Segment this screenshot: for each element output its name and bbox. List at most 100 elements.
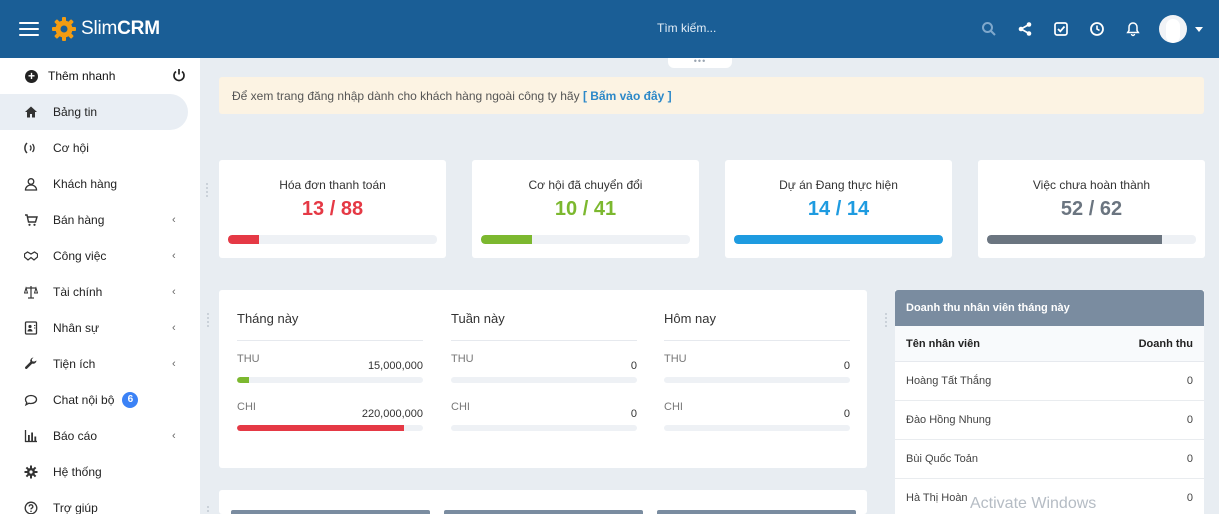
sidebar-item-utilities[interactable]: Tiện ích ‹ xyxy=(0,346,200,382)
sidebar-item-help[interactable]: Trợ giúp xyxy=(0,490,200,514)
sidebar-item-dashboard[interactable]: Bảng tin xyxy=(0,94,188,130)
search-icon[interactable] xyxy=(973,13,1005,45)
top-navbar: SlimCRM Tìm kiếm... xyxy=(0,0,1219,58)
stat-progress-bar xyxy=(734,235,943,244)
scale-icon xyxy=(24,285,38,299)
sidebar-item-label: Tiện ích xyxy=(53,357,96,371)
sidebar-item-label: Chat nội bộ xyxy=(53,393,115,407)
sidebar-item-finance[interactable]: Tài chính ‹ xyxy=(0,274,200,310)
id-card-icon xyxy=(24,321,38,335)
sidebar-item-hr[interactable]: Nhân sự ‹ xyxy=(0,310,200,346)
help-icon xyxy=(24,501,38,514)
income-expense-summary: Tháng này THU 15,000,000 CHI 220,000,000… xyxy=(219,290,867,468)
drag-handle-icon[interactable] xyxy=(206,312,210,328)
activate-windows-watermark: Activate Windows xyxy=(970,495,1097,512)
summary-column-month: Tháng này THU 15,000,000 CHI 220,000,000 xyxy=(237,290,423,437)
summary-heading: Tuần này xyxy=(451,311,637,341)
menu-toggle-icon[interactable] xyxy=(19,22,39,36)
chevron-left-icon: ‹ xyxy=(172,286,176,298)
sidebar-item-label: Khách hàng xyxy=(53,177,118,191)
sidebar-item-customers[interactable]: Khách hàng xyxy=(0,166,200,202)
drag-handle-icon[interactable] xyxy=(884,312,888,328)
sidebar-item-label: Hệ thống xyxy=(53,465,102,479)
bottom-widget-header xyxy=(231,510,430,514)
sidebar-item-label: Tài chính xyxy=(53,285,103,299)
sidebar-item-label: Báo cáo xyxy=(53,429,98,443)
user-menu-caret-icon[interactable] xyxy=(1195,26,1203,32)
column-header-revenue[interactable]: Doanh thu xyxy=(1139,338,1193,350)
brand-name: SlimCRM xyxy=(81,18,160,39)
sidebar-item-chat[interactable]: Chat nội bộ 6 xyxy=(0,382,200,418)
unread-count-badge: 6 xyxy=(122,392,139,408)
cart-icon xyxy=(24,213,38,227)
chevron-left-icon: ‹ xyxy=(172,358,176,370)
task-check-icon[interactable] xyxy=(1045,13,1077,45)
bottom-widget-header xyxy=(444,510,643,514)
stat-progress-bar xyxy=(481,235,690,244)
plus-circle-icon: + xyxy=(25,69,38,83)
sidebar-item-label: Bảng tin xyxy=(53,105,98,119)
expense-value: 0 xyxy=(630,408,637,420)
stat-value: 10 / 41 xyxy=(554,198,617,220)
expense-progress-bar xyxy=(451,425,637,431)
income-label: THU xyxy=(451,353,474,365)
drag-handle-icon[interactable] xyxy=(206,505,210,514)
stat-value: 52 / 62 xyxy=(1060,198,1123,220)
summary-column-today: Hôm nay THU 0 CHI 0 xyxy=(664,290,850,437)
user-avatar[interactable] xyxy=(1159,15,1187,43)
stat-title: Việc chưa hoàn thành xyxy=(1032,178,1151,192)
sidebar-item-opportunities[interactable]: Cơ hội xyxy=(0,130,200,166)
employee-revenue: 0 xyxy=(1186,453,1193,465)
employee-name: Hà Thị Hoàn xyxy=(906,492,968,504)
summary-heading: Hôm nay xyxy=(664,311,850,341)
clock-icon[interactable] xyxy=(1081,13,1113,45)
sidebar-item-reports[interactable]: Báo cáo ‹ xyxy=(0,418,200,454)
table-row: Bùi Quốc Toản 0 xyxy=(895,440,1204,479)
sidebar-item-sales[interactable]: Bán hàng ‹ xyxy=(0,202,200,238)
revenue-table-header: Tên nhân viên Doanh thu xyxy=(895,326,1204,362)
drag-handle-icon[interactable] xyxy=(205,182,209,198)
expense-label: CHI xyxy=(451,401,470,413)
sidebar-item-tasks[interactable]: Công việc ‹ xyxy=(0,238,200,274)
income-progress-bar xyxy=(237,377,423,383)
chevron-left-icon: ‹ xyxy=(172,322,176,334)
power-icon[interactable] xyxy=(172,68,186,82)
employee-revenue: 0 xyxy=(1186,375,1193,387)
expense-label: CHI xyxy=(664,401,683,413)
stat-card-active-projects: Dự án Đang thực hiện 14 / 14 xyxy=(725,160,952,258)
employee-name: Bùi Quốc Toản xyxy=(906,453,978,465)
chevron-left-icon: ‹ xyxy=(172,214,176,226)
table-row: Hoàng Tất Thắng 0 xyxy=(895,362,1204,401)
sidebar-item-system[interactable]: Hệ thống xyxy=(0,454,200,490)
brand-logo-link[interactable]: SlimCRM xyxy=(51,16,160,42)
signal-icon xyxy=(24,141,38,155)
expense-value: 0 xyxy=(843,408,850,420)
wrench-icon xyxy=(24,357,38,371)
expense-progress-bar xyxy=(664,425,850,431)
quick-add-button[interactable]: + Thêm nhanh xyxy=(0,58,200,94)
gear-logo-icon xyxy=(52,17,76,41)
stat-card-invoices: Hóa đơn thanh toán 13 / 88 xyxy=(219,160,446,258)
expense-label: CHI xyxy=(237,401,256,413)
share-icon[interactable] xyxy=(1009,13,1041,45)
bell-icon[interactable] xyxy=(1117,13,1149,45)
bar-chart-icon xyxy=(24,429,38,443)
table-row: Đào Hồng Nhung 0 xyxy=(895,401,1204,440)
bottom-widget-header xyxy=(657,510,856,514)
sidebar-item-label: Nhân sự xyxy=(53,321,100,335)
income-progress-bar xyxy=(451,377,637,383)
employee-name: Đào Hồng Nhung xyxy=(906,414,992,426)
income-value: 0 xyxy=(630,360,637,372)
summary-heading: Tháng này xyxy=(237,311,423,341)
chat-icon xyxy=(24,393,38,407)
employee-revenue-table: Doanh thu nhân viên tháng này Tên nhân v… xyxy=(895,290,1204,514)
customer-login-notice: Để xem trang đăng nhập dành cho khách hà… xyxy=(219,77,1204,114)
revenue-table-title: Doanh thu nhân viên tháng này xyxy=(895,290,1204,326)
stat-card-converted-opportunities: Cơ hội đã chuyển đổi 10 / 41 xyxy=(472,160,699,258)
chevron-left-icon: ‹ xyxy=(172,250,176,262)
notice-click-here-link[interactable]: [ Bấm vào đây ] xyxy=(583,89,672,103)
search-input[interactable]: Tìm kiếm... xyxy=(657,21,716,35)
column-header-name[interactable]: Tên nhân viên xyxy=(906,338,980,350)
stat-title: Cơ hội đã chuyển đổi xyxy=(528,178,643,192)
panel-toggle-handle[interactable]: ••• xyxy=(668,57,732,68)
